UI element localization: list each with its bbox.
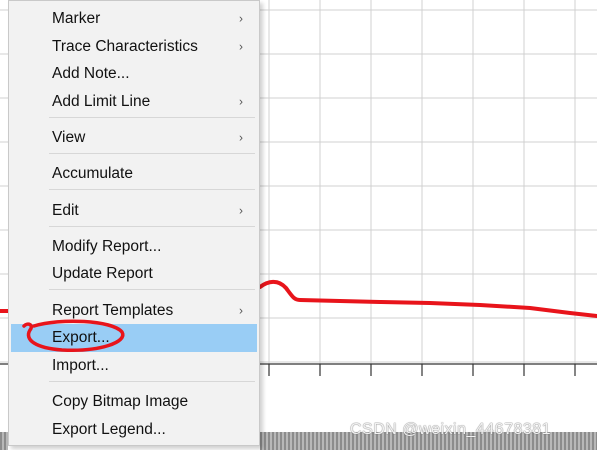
menu-separator [49,289,255,290]
menu-item-edit[interactable]: Edit › [11,197,257,225]
menu-item-label: Add Limit Line [52,93,151,110]
menu-separator [49,189,255,190]
menu-separator [49,153,255,154]
chevron-right-icon: › [239,94,243,109]
menu-item-label: Export... [52,329,110,346]
watermark: CSDN @weixin_44678381 [350,421,552,438]
menu-item-import[interactable]: Import... [11,352,257,380]
status-strip-left [0,432,8,450]
menu-item-label: Marker [52,10,101,27]
menu-item-export-legend[interactable]: Export Legend... [11,416,257,444]
menu-item-label: Copy Bitmap Image [52,393,189,410]
menu-item-label: Trace Characteristics [52,37,198,55]
context-menu: Marker › Trace Characteristics › Add Note...… [8,0,260,446]
chevron-right-icon: › [239,38,243,53]
menu-item-label: Report Templates [52,301,174,319]
chevron-right-icon: › [239,203,243,218]
chevron-right-icon: › [239,11,243,26]
menu-item-export[interactable]: Export... [11,324,257,352]
menu-item-add-limit-line[interactable]: Add Limit Line › [11,88,257,116]
menu-item-modify-report[interactable]: Modify Report... [11,233,257,260]
menu-item-label: Export Legend... [52,421,166,438]
menu-item-report-templates[interactable]: Report Templates › [11,297,257,324]
menu-separator [49,226,255,227]
menu-item-accumulate[interactable]: Accumulate [11,160,257,188]
menu-item-label: Edit [52,202,79,219]
menu-item-copy-bitmap-image[interactable]: Copy Bitmap Image [11,388,257,416]
menu-item-label: Modify Report... [52,237,162,255]
menu-item-update-report[interactable]: Update Report [11,260,257,288]
menu-separator [49,117,255,118]
menu-item-label: Update Report [52,265,153,282]
chevron-right-icon: › [239,130,243,145]
menu-item-label: View [52,129,86,146]
menu-item-view[interactable]: View › [11,124,257,152]
chevron-right-icon: › [239,302,243,317]
menu-item-add-note[interactable]: Add Note... [11,60,257,88]
menu-item-marker[interactable]: Marker › [11,5,257,33]
menu-item-trace-characteristics[interactable]: Trace Characteristics › [11,33,257,60]
menu-item-label: Accumulate [52,165,133,182]
trace-curve [258,279,597,318]
menu-item-label: Import... [52,357,109,374]
menu-item-label: Add Note... [52,65,130,82]
menu-separator [49,381,255,382]
